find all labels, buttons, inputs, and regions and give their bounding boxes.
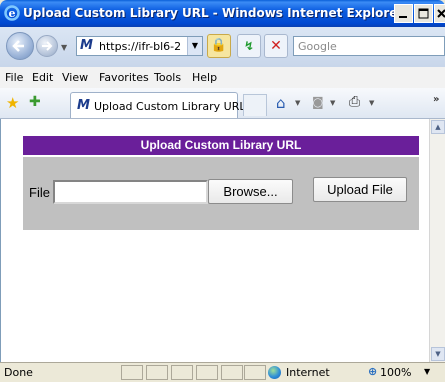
feeds-icon[interactable]: ◙ — [312, 95, 324, 109]
maximize-button[interactable] — [414, 4, 433, 23]
print-icon[interactable]: ⎙ — [349, 94, 360, 110]
forward-button[interactable] — [36, 35, 58, 57]
scroll-down-arrow-icon[interactable]: ▼ — [431, 347, 445, 361]
home-dropdown-icon[interactable]: ▼ — [295, 99, 300, 107]
status-pane — [244, 365, 266, 380]
status-pane — [146, 365, 168, 380]
lock-icon: 🔒 — [210, 38, 228, 53]
close-button[interactable] — [434, 4, 445, 23]
globe-icon — [268, 366, 281, 379]
file-label: File — [29, 185, 50, 200]
navigation-bar: ▼ M https://ifr-bl6-2 ▼ 🔒 ↯ ✕ Google — [0, 27, 445, 68]
zoom-level[interactable]: 100% — [380, 366, 411, 379]
back-button[interactable] — [6, 32, 34, 60]
menu-tools[interactable]: Tools — [154, 71, 181, 84]
status-pane — [121, 365, 143, 380]
status-bar: Done Internet ⊕ 100% ▼ — [0, 362, 445, 382]
search-box[interactable]: Google — [293, 36, 445, 56]
status-pane — [196, 365, 218, 380]
svg-text:e: e — [9, 7, 16, 20]
add-favorite-icon[interactable]: ✚ — [29, 94, 41, 110]
ie-logo-icon: e — [4, 5, 20, 21]
status-pane — [171, 365, 193, 380]
stop-button[interactable]: ✕ — [264, 34, 288, 58]
status-pane — [221, 365, 243, 380]
close-icon — [437, 9, 445, 18]
security-zone-text: Internet — [286, 366, 330, 379]
menu-bar: File Edit View Favorites Tools Help — [0, 67, 445, 89]
scroll-up-arrow-icon[interactable]: ▲ — [431, 120, 445, 134]
menu-file[interactable]: File — [5, 71, 23, 84]
vertical-scrollbar[interactable]: ▲ ▼ — [429, 119, 445, 362]
browse-button[interactable]: Browse... — [208, 179, 293, 204]
minimize-button[interactable] — [394, 4, 413, 23]
window-title: Upload Custom Library URL - Windows Inte… — [23, 6, 404, 20]
more-commands-chevron-icon[interactable]: » — [433, 94, 439, 105]
upload-panel: File Browse... Upload File — [23, 157, 419, 230]
zoom-dropdown-icon[interactable]: ▼ — [424, 367, 430, 376]
back-arrow-icon — [12, 40, 24, 52]
page-content: Upload Custom Library URL File Browse...… — [0, 119, 430, 362]
refresh-button[interactable]: ↯ — [237, 34, 261, 58]
favorites-star-icon[interactable]: ★ — [6, 94, 19, 112]
security-lock-button[interactable]: 🔒 — [207, 34, 231, 58]
print-dropdown-icon[interactable]: ▼ — [369, 99, 374, 107]
site-favicon-icon: M — [80, 38, 93, 53]
file-path-input[interactable] — [53, 180, 208, 204]
search-placeholder: Google — [298, 40, 337, 53]
new-tab-button[interactable] — [243, 94, 267, 116]
tab-upload-custom-library-url[interactable]: M Upload Custom Library URL — [70, 92, 245, 118]
menu-edit[interactable]: Edit — [32, 71, 53, 84]
history-dropdown-icon[interactable]: ▼ — [61, 43, 67, 52]
page-title: Upload Custom Library URL — [23, 136, 419, 155]
zoom-magnifier-icon[interactable]: ⊕ — [368, 365, 377, 378]
feeds-dropdown-icon[interactable]: ▼ — [330, 99, 335, 107]
address-bar[interactable]: M https://ifr-bl6-2 ▼ — [76, 36, 203, 56]
window-title-bar: e Upload Custom Library URL - Windows In… — [0, 0, 445, 27]
address-dropdown-icon[interactable]: ▼ — [187, 37, 202, 55]
tab-favicon-icon: M — [77, 98, 90, 113]
stop-icon: ✕ — [270, 38, 282, 54]
home-icon[interactable]: ⌂ — [276, 94, 286, 112]
upload-file-button[interactable]: Upload File — [313, 177, 407, 202]
address-text: https://ifr-bl6-2 — [99, 40, 182, 53]
maximize-icon — [418, 8, 429, 19]
refresh-icon: ↯ — [243, 39, 255, 53]
minimize-icon — [399, 16, 407, 18]
menu-help[interactable]: Help — [192, 71, 217, 84]
menu-view[interactable]: View — [62, 71, 88, 84]
tab-label: Upload Custom Library URL — [94, 100, 246, 113]
forward-arrow-icon — [42, 41, 53, 51]
status-text: Done — [4, 366, 33, 379]
tab-bar: ★ ✚ M Upload Custom Library URL ⌂ ▼ ◙ ▼ … — [0, 88, 445, 119]
menu-favorites[interactable]: Favorites — [99, 71, 149, 84]
